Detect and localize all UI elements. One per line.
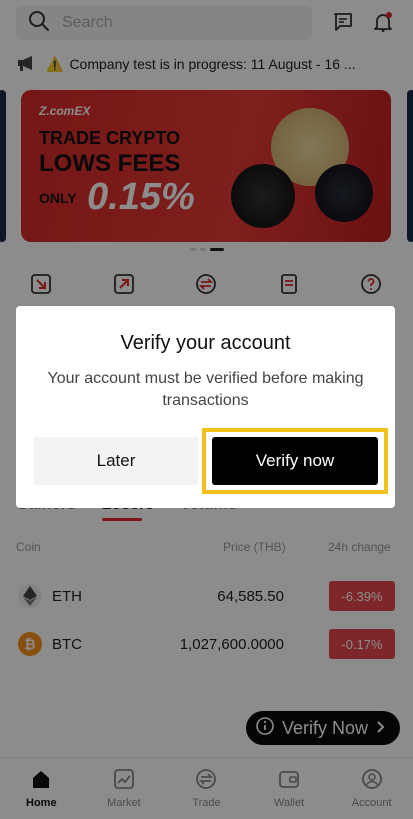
later-button[interactable]: Later [34, 437, 198, 485]
verify-account-dialog: Verify your account Your account must be… [16, 306, 395, 508]
verify-now-button[interactable]: Verify now [212, 437, 378, 485]
dialog-message: Your account must be verified before mak… [47, 370, 364, 409]
dialog-title: Verify your account [120, 332, 291, 354]
